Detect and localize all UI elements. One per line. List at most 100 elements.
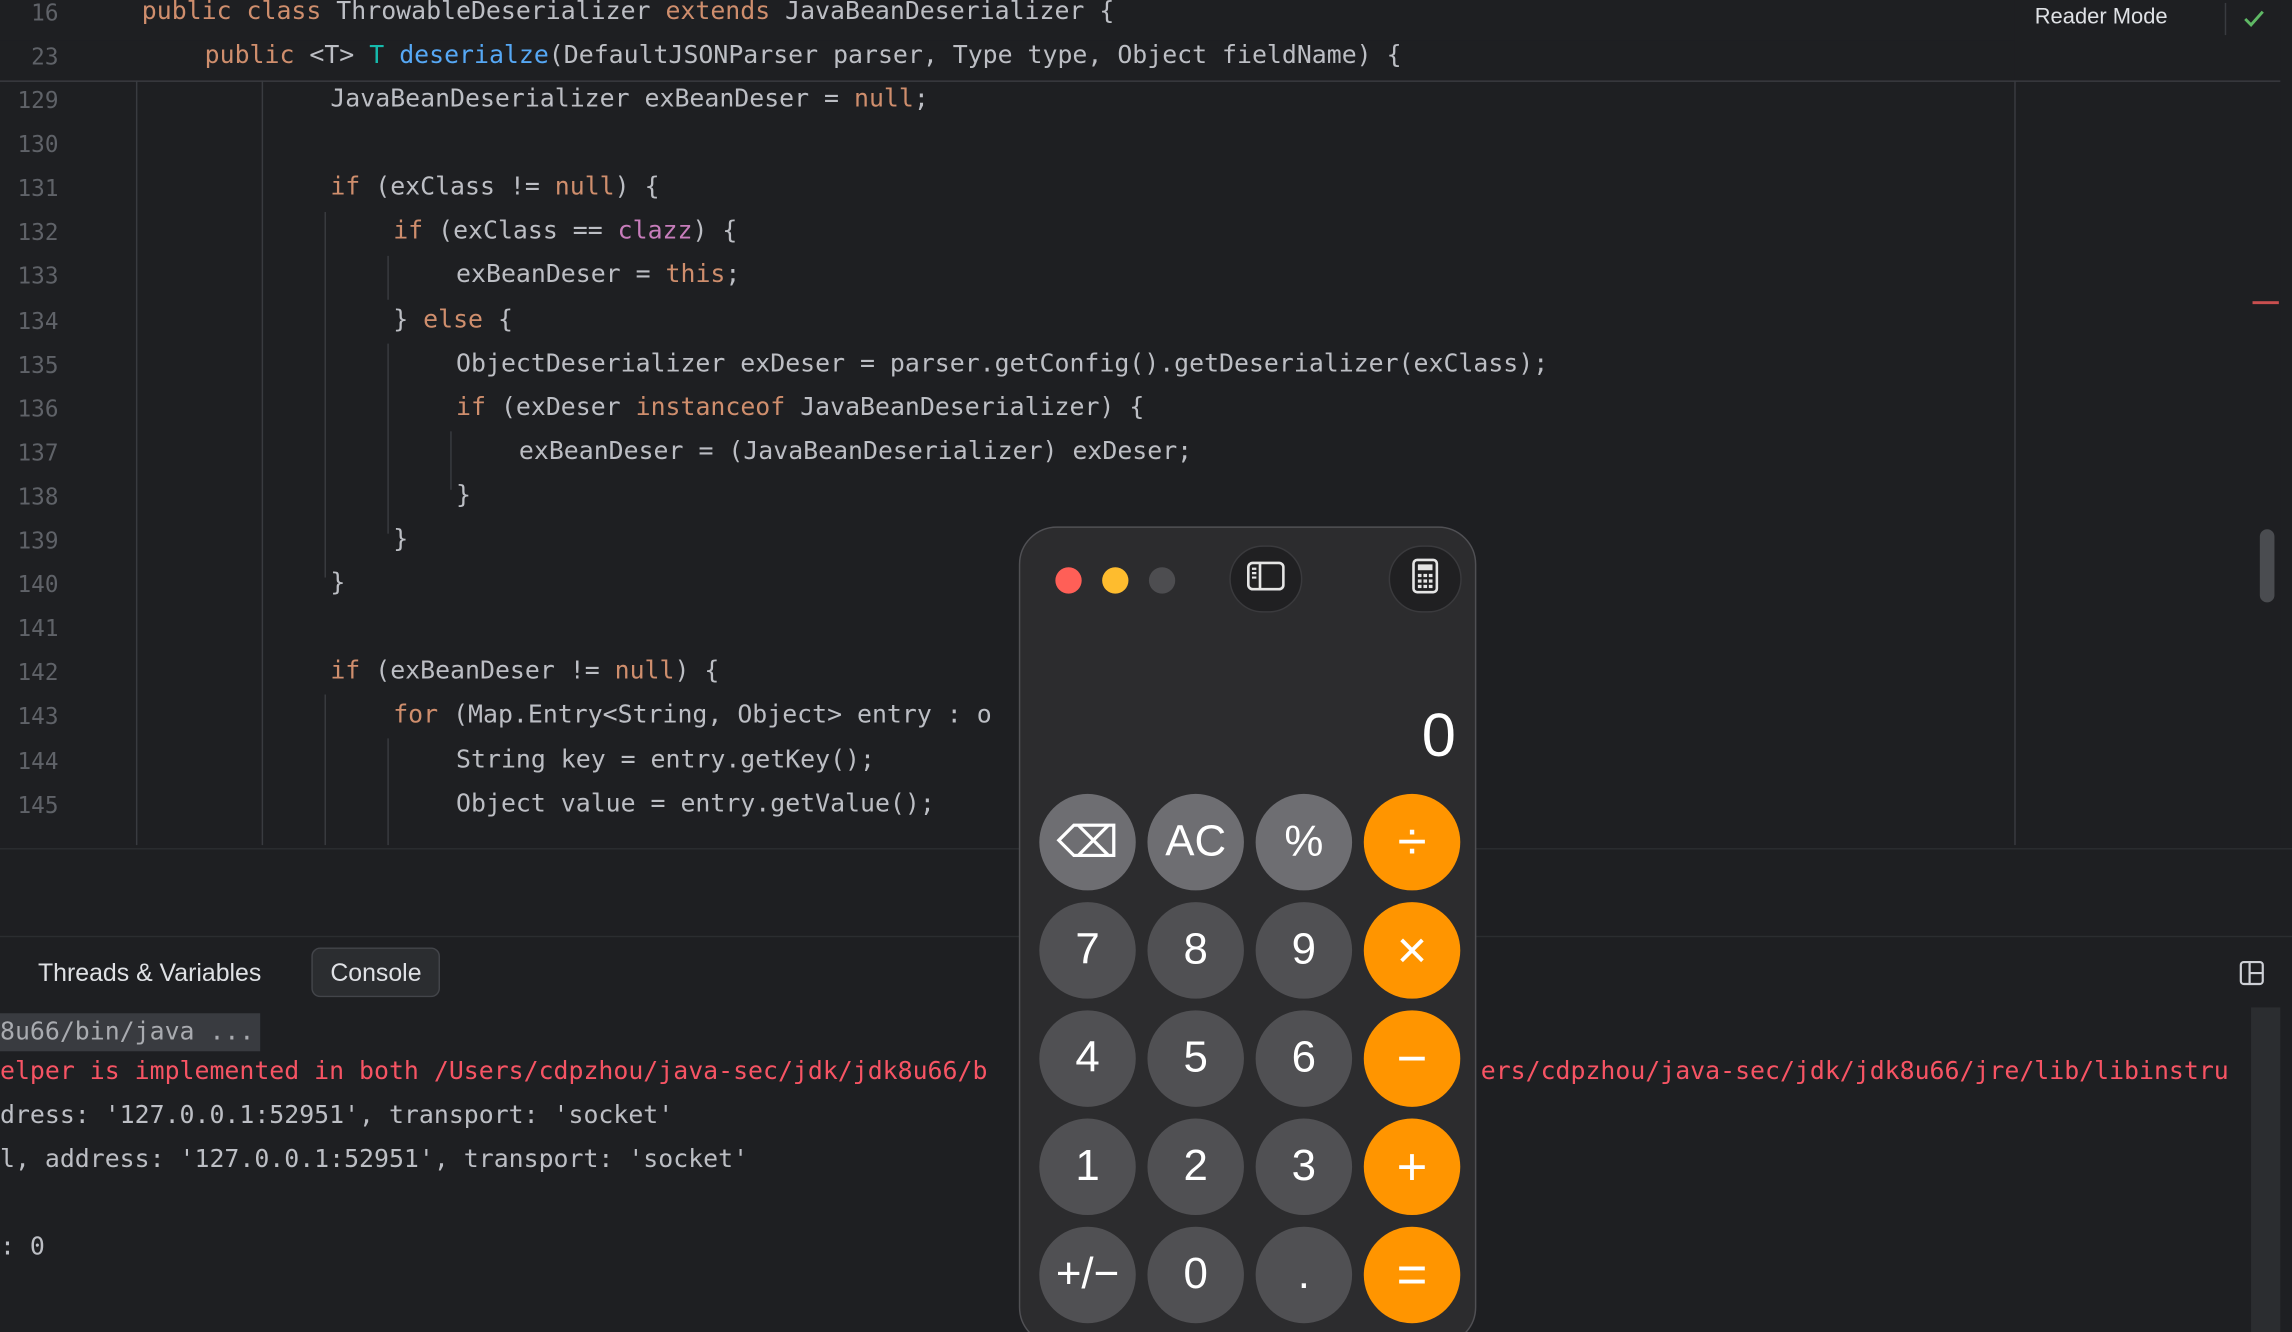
code-token: Object value = entry.getValue(); [456, 788, 935, 819]
code-line[interactable]: exBeanDeser = this; [456, 261, 740, 290]
code-token: null [554, 172, 615, 203]
code-token: null [853, 84, 914, 115]
digit-1-key[interactable]: 1 [1039, 1118, 1136, 1216]
code-line[interactable]: JavaBeanDeserializer exBeanDeser = null; [330, 85, 928, 114]
code-token: String key = entry.getKey(); [456, 744, 875, 775]
digit-4-key[interactable]: 4 [1039, 1010, 1136, 1107]
code-line[interactable]: exBeanDeser = (JavaBeanDeserializer) exD… [519, 437, 1192, 466]
reader-mode-label[interactable]: Reader Mode [2035, 4, 2168, 29]
console-command-line[interactable]: 8u66/bin/java ... [0, 1013, 261, 1052]
code-token: null [614, 656, 675, 687]
editor-scrollbar[interactable] [2259, 529, 2275, 603]
digit-5-key[interactable]: 5 [1147, 1010, 1244, 1107]
code-line[interactable]: if (exBeanDeser != null) { [330, 657, 719, 686]
digit-8-key[interactable]: 8 [1147, 902, 1244, 999]
code-line[interactable]: } [456, 481, 471, 510]
code-token: for [393, 700, 454, 731]
code-token: extends [665, 0, 786, 27]
tab-threads-variables[interactable]: Threads & Variables [38, 959, 261, 988]
check-icon[interactable] [2242, 7, 2265, 35]
code-token: T [369, 41, 400, 71]
digit-7-key[interactable]: 7 [1039, 902, 1136, 999]
code-token: } [393, 304, 424, 335]
indent-guide [324, 694, 326, 846]
line-number: 142 [17, 659, 59, 687]
indent-guide [135, 80, 138, 846]
calculator-window[interactable]: 0 ⌫ AC% ÷ 7 8 9 × 4 5 6−1 2 3 + +/− 0. = [1018, 526, 1477, 1332]
code-token: ) { [674, 656, 720, 687]
indent-guide [324, 212, 326, 578]
indent-guide [387, 255, 389, 300]
code-token: } [330, 568, 346, 599]
code-token: public [204, 41, 310, 71]
divider [2224, 2, 2227, 36]
code-token: JavaBeanDeserializer) { [800, 392, 1145, 423]
code-token: (exBeanDeser != [375, 656, 615, 687]
code-line[interactable]: Object value = entry.getValue(); [456, 789, 935, 818]
line-number: 131 [17, 175, 59, 203]
line-number: 138 [17, 483, 59, 511]
zoom-button[interactable] [1148, 567, 1176, 594]
add-key[interactable]: + [1363, 1118, 1461, 1216]
screen: 1 6 public class ThrowableDeserializer ext… [0, 0, 2292, 1332]
clear-key[interactable]: AC [1147, 793, 1244, 891]
code-line[interactable]: if (exDeser instanceof JavaBeanDeseriali… [456, 393, 1144, 422]
digit-2-key[interactable]: 2 [1147, 1118, 1244, 1216]
digit-6-key[interactable]: 6 [1255, 1010, 1353, 1107]
code-line[interactable]: String key = entry.getKey(); [456, 745, 875, 774]
line-number: 136 [17, 395, 59, 423]
code-token: { [497, 304, 513, 335]
code-token: else [423, 304, 498, 335]
tab-console[interactable]: Console [311, 947, 441, 998]
code-line[interactable]: } else { [393, 305, 513, 334]
line-number: 23 [31, 44, 59, 71]
sidebar-icon [1247, 560, 1285, 598]
code-token: if [456, 392, 501, 423]
decimal-key[interactable]: . [1255, 1226, 1353, 1324]
code-line[interactable]: if (exClass != null) { [330, 173, 659, 202]
minimize-button[interactable] [1102, 567, 1129, 594]
code-token: class [246, 0, 337, 27]
console-line: : 0 [0, 1232, 45, 1262]
layout-icon[interactable] [2239, 960, 2264, 993]
code-line[interactable]: ObjectDeserializer exDeser = parser.getC… [456, 349, 1548, 378]
code-line[interactable]: } [393, 525, 408, 554]
code-token: public [141, 0, 247, 27]
code-token: ; [913, 84, 929, 115]
error-stripe-mark[interactable] [2252, 301, 2279, 305]
digit-3-key[interactable]: 3 [1255, 1118, 1353, 1216]
digit-0-key[interactable]: 0 [1147, 1226, 1244, 1324]
code-line[interactable]: for (Map.Entry<String, Object> entry : o [393, 701, 991, 730]
code-line[interactable]: if (exClass == clazz) { [393, 217, 737, 246]
code-line[interactable]: public class ThrowableDeserializer exten… [142, 0, 1115, 26]
digit-9-key[interactable]: 9 [1255, 902, 1353, 999]
code-line[interactable]: } [330, 569, 345, 598]
indent-guide [450, 431, 452, 490]
code-token: clazz [617, 216, 693, 247]
backspace-key[interactable]: ⌫ [1039, 793, 1136, 891]
multiply-key[interactable]: × [1363, 902, 1461, 999]
negate-key[interactable]: +/− [1039, 1226, 1136, 1324]
code-token: if [393, 216, 439, 247]
equals-key[interactable]: = [1363, 1226, 1461, 1324]
code-token: (exDeser [500, 392, 636, 423]
subtract-key[interactable]: − [1363, 1010, 1461, 1107]
code-token: ) { [614, 172, 660, 203]
close-button[interactable] [1055, 567, 1082, 594]
percent-key[interactable]: % [1255, 793, 1353, 891]
calculator-mode-button[interactable] [1388, 545, 1462, 613]
line-number: 135 [17, 351, 59, 379]
code-token: <T> [309, 41, 370, 71]
divide-key[interactable]: ÷ [1363, 793, 1461, 891]
code-token: } [456, 480, 472, 511]
code-token: deserialze [399, 41, 549, 71]
code-token: exBeanDeser = [456, 260, 666, 291]
code-token: ObjectDeserializer exDeser = parser.getC… [456, 348, 1549, 379]
line-number: 133 [17, 263, 59, 291]
line-number: 139 [17, 527, 59, 555]
calculator-display: 0 [1421, 700, 1456, 770]
code-line[interactable]: public <T> T deserialze(DefaultJSONParse… [205, 41, 1402, 70]
console-scrollbar[interactable] [2251, 1007, 2281, 1332]
code-token: if [330, 656, 376, 687]
sidebar-toggle-button[interactable] [1229, 545, 1303, 613]
